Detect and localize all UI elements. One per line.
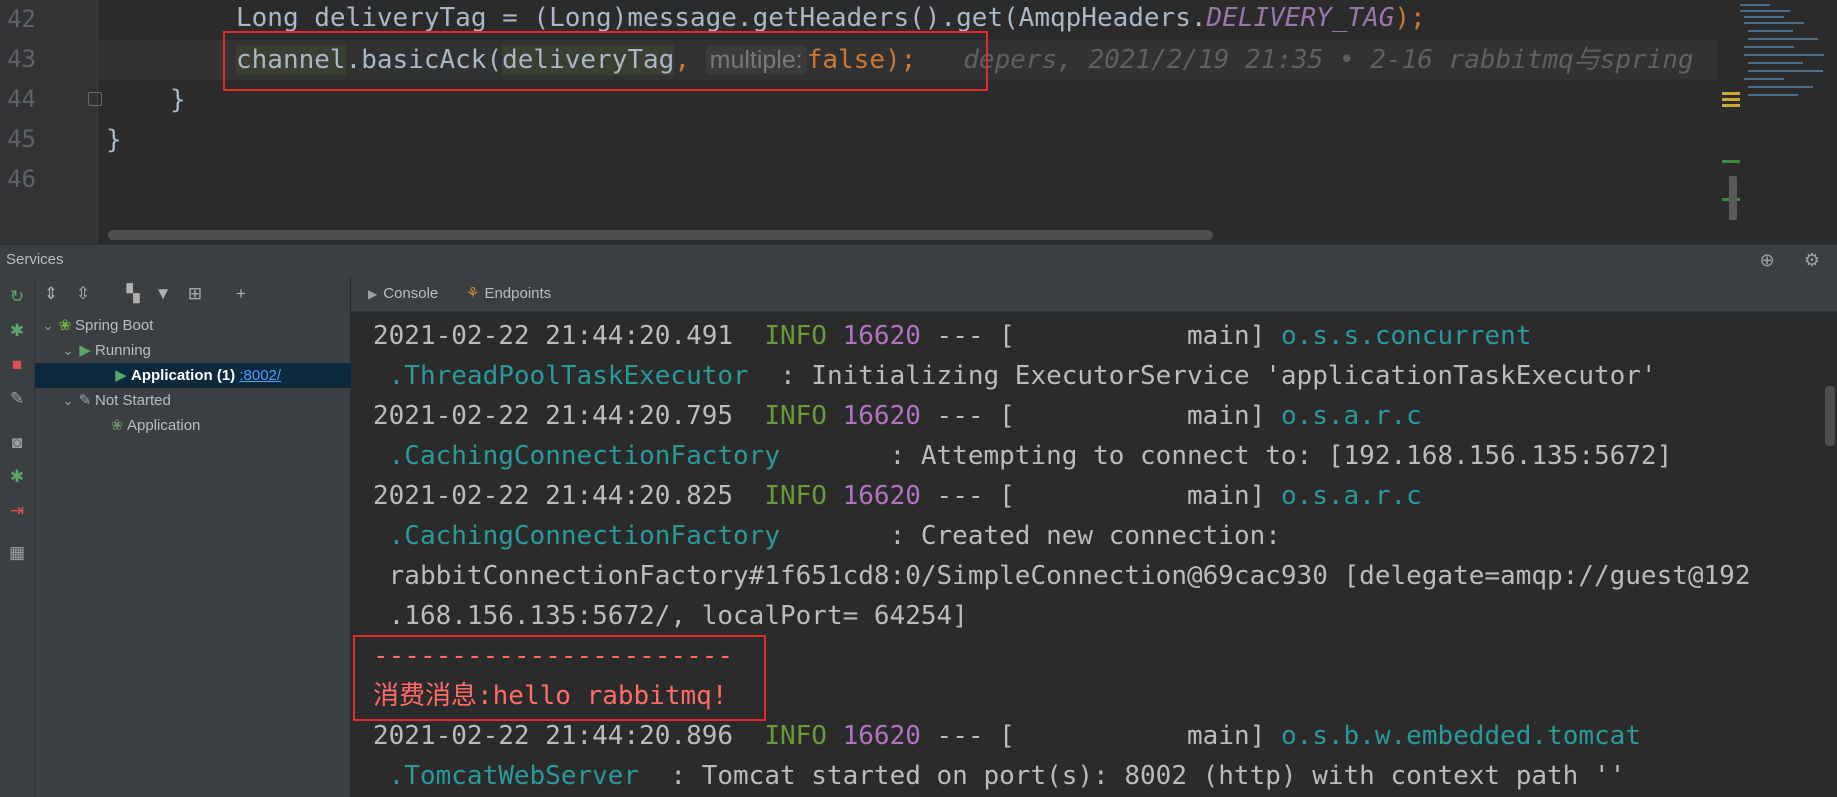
debug-icon[interactable]: ✱ (7, 321, 27, 341)
line-number: 44 (7, 85, 36, 113)
tree-item-spring-boot[interactable]: ⌄ ❀ Spring Boot (35, 313, 356, 338)
code-line-44: } (170, 85, 186, 115)
tree-toolbar: ⇕ ⇳ ▚ ▼ ⊞ + (35, 277, 350, 311)
console-output[interactable]: 2021-02-22 21:44:20.491 INFO 16620 --- [… (351, 312, 1837, 797)
port-link[interactable]: :8002/ (239, 367, 281, 384)
console-tab-bar: ▶ Console ⚘ Endpoints (351, 277, 1837, 312)
chevron-down-icon[interactable]: ⌄ (61, 388, 75, 413)
log-line: 2021-02-22 21:44:20.795 INFO 16620 --- [… (373, 401, 1422, 431)
log-line: 2021-02-22 21:44:20.896 INFO 16620 --- [… (373, 721, 1641, 751)
filter-icon[interactable]: ▼ (153, 284, 173, 304)
log-line: rabbitConnectionFactory#1f651cd8:0/Simpl… (373, 561, 1751, 591)
change-marker[interactable] (1722, 160, 1740, 163)
tree-item-running[interactable]: ⌄ ▶ Running (35, 338, 376, 363)
wrench-icon[interactable]: ✎ (7, 389, 27, 409)
minimap[interactable] (1720, 0, 1837, 244)
line-number: 45 (7, 125, 36, 153)
editor-vertical-scrollbar[interactable] (1729, 176, 1737, 220)
editor-gutter: 42 43 44 45 46 (0, 0, 102, 244)
exit-icon[interactable]: ⇥ (7, 501, 27, 521)
warning-marker[interactable] (1722, 92, 1740, 95)
run-icon: ▶ (79, 342, 91, 359)
log-line: .168.156.135:5672/, localPort= 64254] (373, 601, 968, 631)
warning-marker[interactable] (1722, 98, 1740, 101)
expand-all-icon[interactable]: ⇕ (41, 284, 61, 304)
log-line: 2021-02-22 21:44:20.491 INFO 16620 --- [… (373, 321, 1532, 351)
line-number: 46 (7, 165, 36, 193)
console-scrollbar[interactable] (1825, 386, 1835, 446)
line-number: 42 (7, 5, 36, 33)
group-icon[interactable]: ▚ (123, 284, 143, 304)
target-icon[interactable]: ⊕ (1757, 250, 1777, 270)
debug-icon[interactable]: ✱ (7, 467, 27, 487)
spring-boot-icon: ❀ (58, 317, 72, 334)
log-line: 2021-02-22 21:44:20.825 INFO 16620 --- [… (373, 481, 1422, 511)
services-tree-panel: ⇕ ⇳ ▚ ▼ ⊞ + ⌄ ❀ Spring Boot ⌄ ▶ Running ▶ App… (35, 277, 426, 797)
spring-boot-icon: ❀ (110, 417, 124, 434)
services-toolbar: ↻ ✱ ■ ✎ ◙ ✱ ⇥ ▦ (0, 277, 35, 797)
endpoints-icon: ⚘ (466, 285, 480, 302)
new-tab-icon[interactable]: ⊞ (185, 284, 205, 304)
services-title: Services (6, 251, 64, 268)
chevron-down-icon[interactable]: ⌄ (61, 338, 75, 363)
code-editor[interactable]: 42 43 44 45 46 Long deliveryTag = (Long)… (0, 0, 1837, 244)
line-number: 43 (7, 45, 36, 73)
rerun-icon[interactable]: ↻ (7, 287, 27, 307)
chevron-down-icon[interactable]: ⌄ (41, 313, 55, 338)
warning-marker[interactable] (1722, 104, 1740, 107)
console-icon: ▶ (368, 287, 378, 301)
log-line: .TomcatWebServer : Tomcat started on por… (388, 761, 1626, 791)
highlight-box-console (353, 635, 766, 721)
code-line-45: } (106, 125, 122, 155)
tab-endpoints[interactable]: ⚘ Endpoints (466, 277, 551, 311)
highlight-box-code (223, 31, 988, 91)
tab-console[interactable]: ▶ Console (368, 277, 438, 311)
log-line: .CachingConnectionFactory : Attempting t… (388, 441, 1673, 471)
run-icon: ▶ (115, 367, 127, 384)
camera-icon[interactable]: ◙ (7, 433, 27, 453)
fold-marker-icon[interactable] (88, 92, 102, 106)
horizontal-scrollbar[interactable] (108, 230, 1213, 240)
add-icon[interactable]: + (231, 284, 251, 304)
collapse-all-icon[interactable]: ⇳ (73, 284, 93, 304)
layout-icon[interactable]: ▦ (7, 543, 27, 563)
services-header: Services ⊕ ⚙ (0, 244, 1837, 278)
gear-icon[interactable]: ⚙ (1802, 250, 1822, 270)
log-line: .ThreadPoolTaskExecutor : Initializing E… (388, 361, 1657, 391)
log-line: .CachingConnectionFactory : Created new … (388, 521, 1281, 551)
stop-icon[interactable]: ■ (7, 355, 27, 375)
tree-item-not-started[interactable]: ⌄ ✎ Not Started (35, 388, 376, 413)
wrench-icon: ✎ (78, 392, 92, 409)
git-blame-annotation: depers, 2021/2/19 21:35 • 2-16 rabbitmq与… (963, 45, 1694, 75)
